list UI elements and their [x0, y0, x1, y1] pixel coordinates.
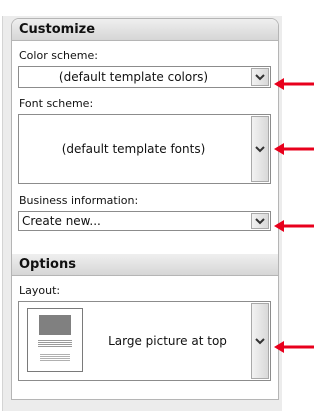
chevron-down-icon — [255, 73, 265, 80]
task-pane: Customize Color scheme: (default templat… — [2, 16, 282, 411]
options-header: Options — [12, 254, 278, 276]
options-panel: Options Layout: Large picture at top — [11, 254, 279, 400]
business-info-label: Business information: — [19, 194, 139, 207]
red-arrow-icon — [274, 143, 314, 155]
font-scheme-dropdown[interactable]: (default template fonts) — [18, 114, 271, 184]
large-picture-layout-icon — [27, 308, 83, 372]
color-scheme-value: (default template colors) — [58, 70, 209, 84]
red-arrow-icon — [274, 341, 314, 353]
color-scheme-dropdown[interactable]: (default template colors) — [18, 66, 271, 88]
color-scheme-dropdown-button[interactable] — [251, 68, 269, 86]
layout-dropdown[interactable]: Large picture at top — [18, 301, 271, 381]
chevron-down-icon — [255, 337, 265, 344]
business-info-value: Create new... — [22, 214, 101, 228]
business-info-dropdown-button[interactable] — [251, 213, 269, 229]
font-scheme-dropdown-button[interactable] — [251, 116, 269, 182]
red-arrow-icon — [274, 220, 314, 232]
layout-dropdown-button[interactable] — [251, 303, 269, 379]
chevron-down-icon — [255, 145, 265, 152]
font-scheme-label: Font scheme: — [19, 97, 94, 110]
chevron-down-icon — [255, 217, 265, 224]
red-arrow-icon — [274, 78, 314, 90]
color-scheme-label: Color scheme: — [19, 49, 98, 62]
business-info-dropdown[interactable]: Create new... — [18, 211, 271, 231]
customize-panel: Customize Color scheme: (default templat… — [11, 18, 279, 261]
layout-value: Large picture at top — [108, 334, 227, 348]
layout-label: Layout: — [19, 284, 61, 297]
page: Customize Color scheme: (default templat… — [0, 0, 314, 411]
customize-header: Customize — [12, 19, 278, 41]
font-scheme-value: (default template fonts) — [61, 142, 206, 156]
